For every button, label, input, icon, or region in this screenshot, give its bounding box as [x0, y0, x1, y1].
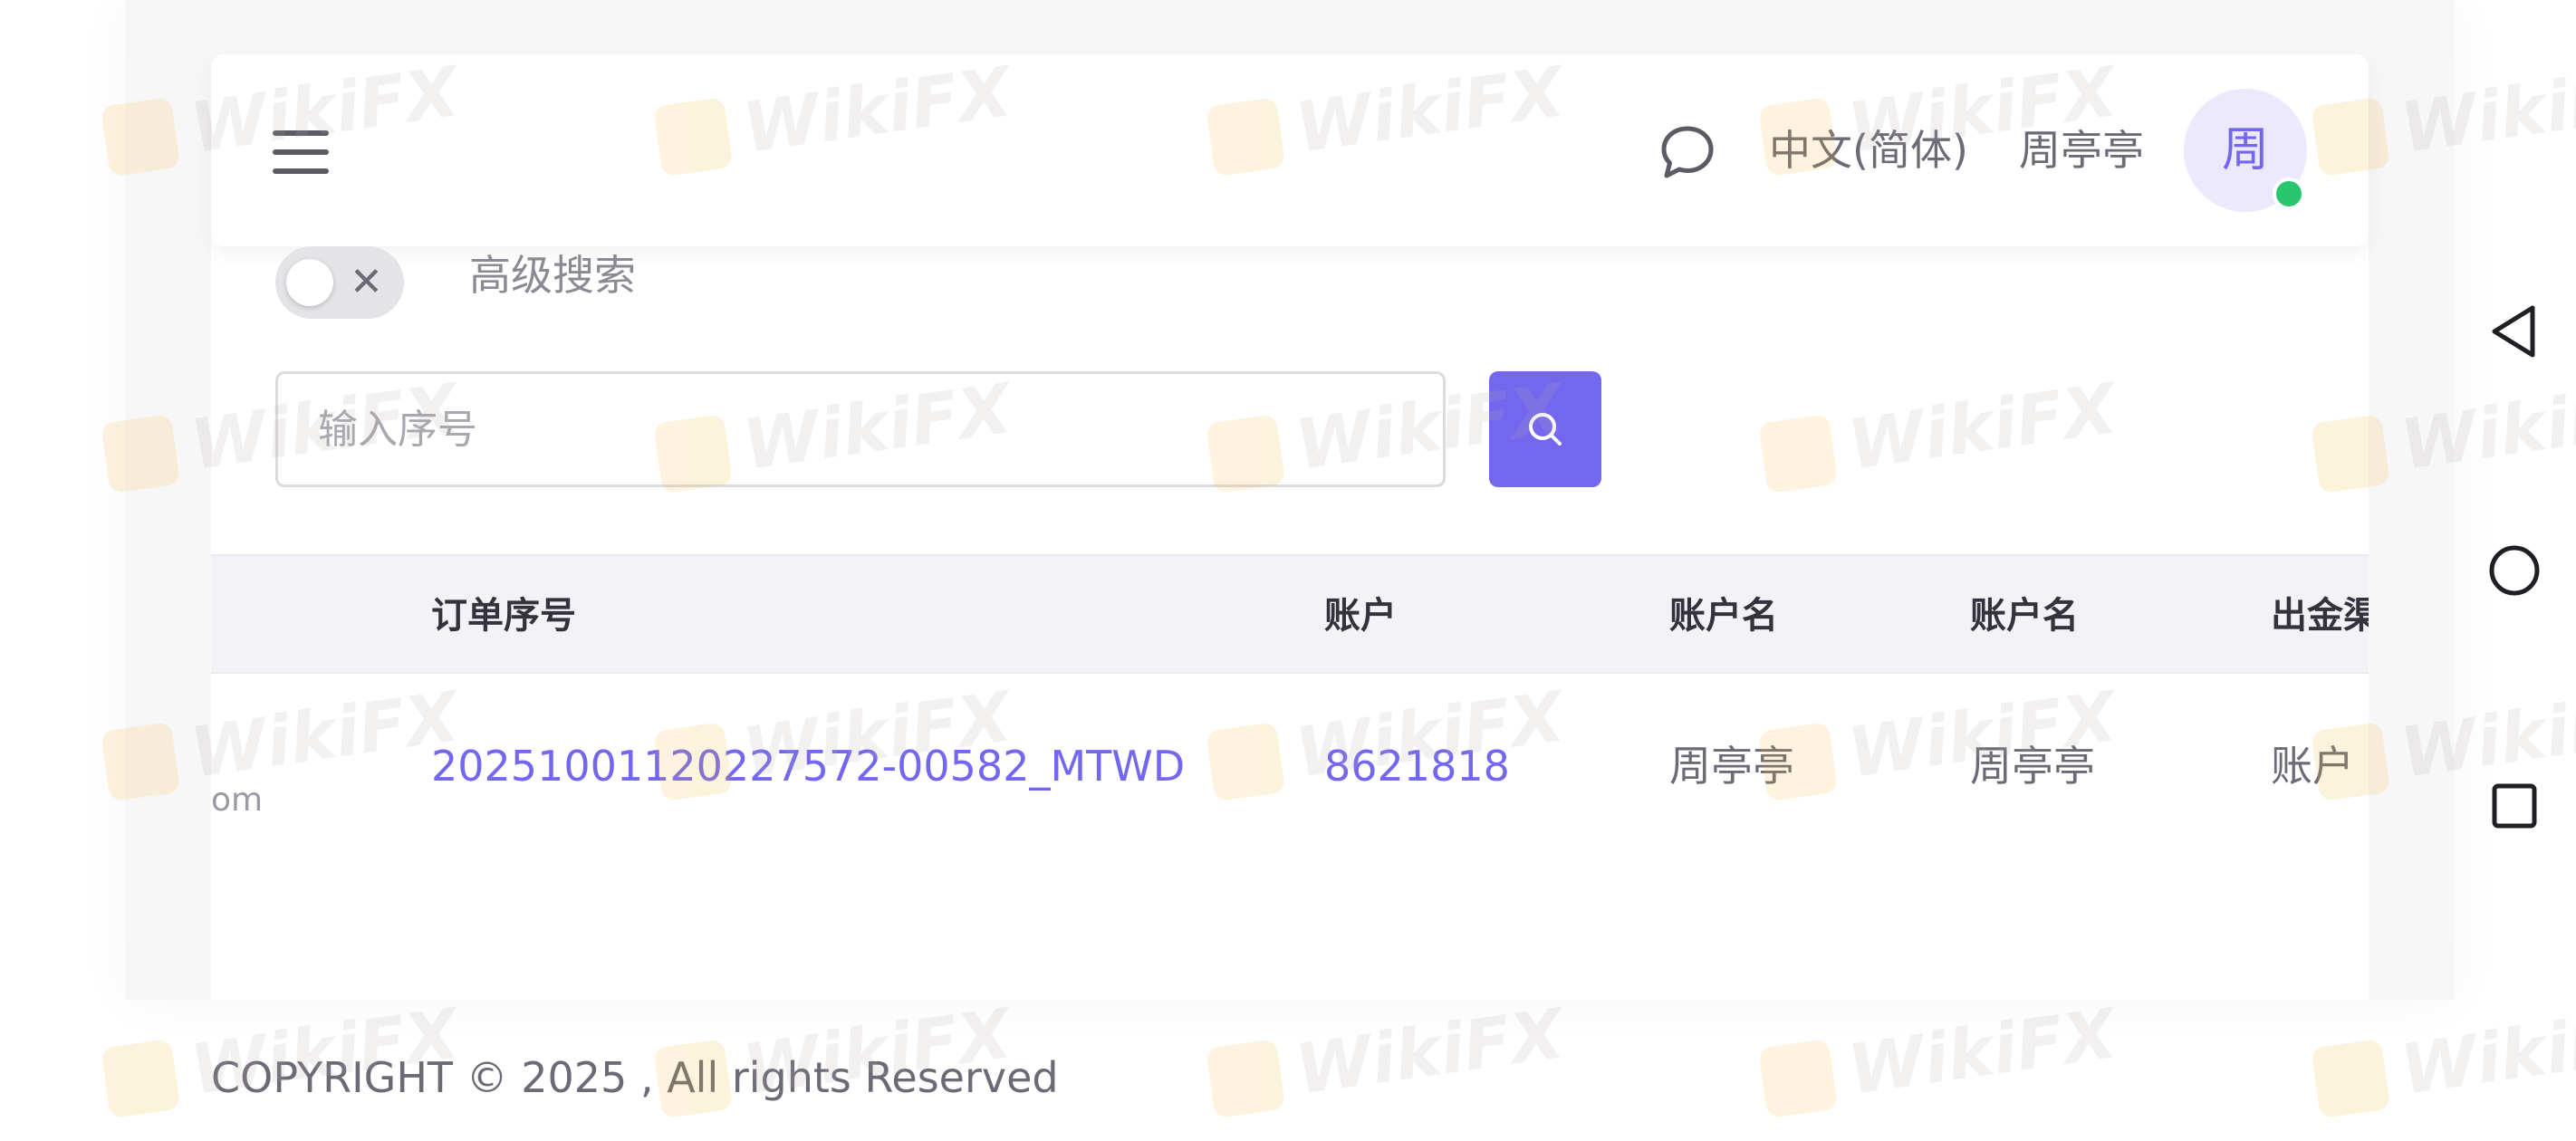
back-triangle-icon[interactable] — [2482, 299, 2547, 364]
table-header: 订单序号 账户 账户名 账户名 出金渠 — [211, 554, 2369, 674]
toggle-off-icon: ✕ — [350, 259, 383, 305]
watermark-text: WikiFX — [2396, 992, 2576, 1110]
home-circle-icon[interactable] — [2482, 538, 2547, 603]
copyright-footer: COPYRIGHT © 2025 , All rights Reserved — [211, 1053, 1059, 1102]
column-header-account[interactable]: 账户 — [1324, 589, 1397, 643]
watermark-logo-icon — [1206, 1039, 1286, 1119]
watermark-text: WikiFX — [1291, 992, 1569, 1110]
column-header-order-no[interactable]: 订单序号 — [431, 589, 576, 643]
channel-cell: 账户 — [2271, 742, 2354, 791]
watermark-text: WikiFX — [1843, 992, 2121, 1110]
language-selector[interactable]: 中文(简体) — [1769, 123, 1968, 177]
column-header-withdraw-channel[interactable]: 出金渠 — [2271, 589, 2369, 643]
watermark-logo-icon — [101, 1039, 181, 1119]
watermark-logo-icon — [2311, 1039, 2391, 1119]
order-no-link[interactable]: 20251001120227572-00582_MTWD — [431, 739, 1185, 793]
truncated-cell-text: om — [211, 781, 264, 819]
user-name[interactable]: 周亭亭 — [2019, 123, 2144, 177]
account-link[interactable]: 8621818 — [1324, 739, 1510, 793]
advanced-search-label: 高级搜索 — [469, 251, 636, 300]
watermark-logo-icon — [1758, 1039, 1839, 1119]
account-name-2-cell: 周亭亭 — [1970, 742, 2095, 791]
account-name-cell: 周亭亭 — [1669, 742, 1794, 791]
chat-bubble-icon[interactable] — [1658, 123, 1716, 181]
toggle-knob — [286, 259, 333, 306]
column-header-account-name-2[interactable]: 账户名 — [1970, 589, 2079, 643]
recents-square-icon[interactable] — [2482, 773, 2547, 839]
app-page: 中文(简体) 周亭亭 周 ✕ 高级搜索 订单序号 账户 账户名 账户名 出金渠 … — [0, 0, 2576, 1141]
search-button[interactable] — [1489, 371, 1601, 487]
online-status-dot — [2273, 177, 2305, 210]
hamburger-menu-icon[interactable] — [273, 130, 329, 174]
column-header-account-name[interactable]: 账户名 — [1669, 589, 1778, 643]
search-icon — [1529, 413, 1562, 446]
top-header: 中文(简体) 周亭亭 周 — [211, 54, 2369, 246]
search-input[interactable] — [275, 371, 1446, 487]
advanced-search-toggle[interactable]: ✕ — [275, 246, 404, 319]
